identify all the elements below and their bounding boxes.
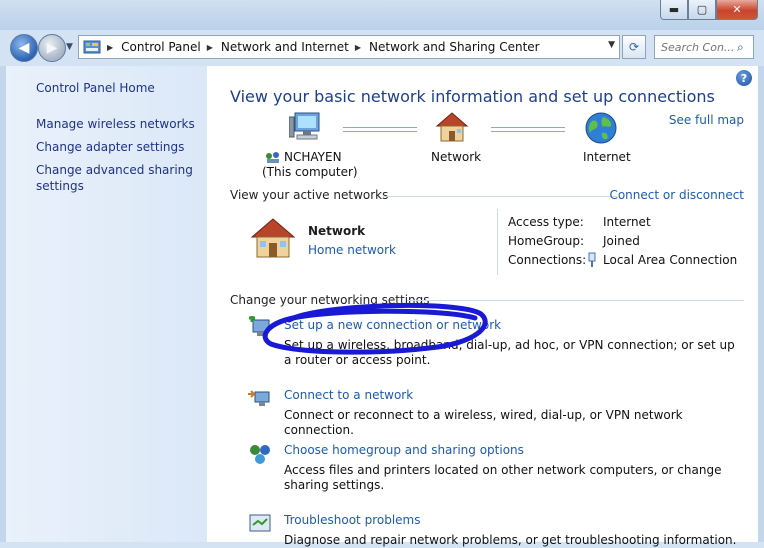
connect-to-network-link[interactable]: Connect to a network xyxy=(284,388,413,402)
breadcrumb-network-sharing-center[interactable]: Network and Sharing Center xyxy=(369,40,540,54)
maximize-button[interactable]: ▢ xyxy=(688,0,716,20)
recent-pages-dropdown[interactable]: ▼ xyxy=(66,42,73,52)
divider xyxy=(383,196,617,197)
sidebar-item-advanced-sharing[interactable]: Change advanced sharing settings xyxy=(36,162,201,194)
homegroup-sharing-description: Access files and printers located on oth… xyxy=(284,463,722,492)
computer-icon[interactable] xyxy=(289,111,325,143)
address-dropdown[interactable]: ▼ xyxy=(608,40,615,50)
connect-disconnect-link[interactable]: Connect or disconnect xyxy=(609,188,744,202)
computer-sublabel: (This computer) xyxy=(262,165,358,179)
window-controls: ▬ ▢ ✕ xyxy=(660,0,758,20)
main-content: ? View your basic network information an… xyxy=(207,66,758,547)
divider xyxy=(407,300,744,301)
sidebar-item-control-panel-home[interactable]: Control Panel Home xyxy=(36,80,155,96)
active-network-name: Network xyxy=(308,224,366,238)
network-node-label: Network xyxy=(431,150,482,164)
see-full-map-link[interactable]: See full map xyxy=(669,113,744,127)
breadcrumb-network-and-internet[interactable]: Network and Internet xyxy=(221,40,349,54)
navigation-bar: ◀ ▶ ▼ ▶ Control Panel ▶ Network and Inte… xyxy=(0,30,764,66)
troubleshoot-problems-description: Diagnose and repair network problems, or… xyxy=(284,533,737,547)
local-area-connection-link[interactable]: Local Area Connection xyxy=(603,253,737,267)
homegroup-value-link[interactable]: Joined xyxy=(603,234,640,248)
setup-new-connection-description: Set up a wireless, broadband, dial-up, a… xyxy=(284,338,735,367)
connection-line xyxy=(343,127,417,132)
setup-new-connection-link[interactable]: Set up a new connection or network xyxy=(284,318,501,332)
home-network-icon xyxy=(250,218,296,258)
minimize-button[interactable]: ▬ xyxy=(660,0,688,20)
control-panel-icon xyxy=(83,40,101,54)
vertical-divider xyxy=(497,209,498,275)
help-icon[interactable]: ? xyxy=(736,70,752,86)
troubleshoot-icon xyxy=(249,514,271,532)
sidebar-item-manage-wireless[interactable]: Manage wireless networks xyxy=(36,116,201,132)
connection-line xyxy=(491,127,565,132)
homegroup-icon xyxy=(250,445,270,464)
change-settings-label: Change your networking settings xyxy=(230,293,430,307)
connect-to-network-description: Connect or reconnect to a wireless, wire… xyxy=(284,408,683,437)
sidebar-task-list: Manage wireless networks Change adapter … xyxy=(36,116,201,201)
new-connection-icon xyxy=(249,316,270,336)
connect-network-icon xyxy=(248,390,270,406)
homegroup-sharing-link[interactable]: Choose homegroup and sharing options xyxy=(284,443,524,457)
arrow-left-icon: ◀ xyxy=(18,40,30,56)
page-title: View your basic network information and … xyxy=(230,87,715,106)
close-button[interactable]: ✕ xyxy=(716,0,758,20)
access-type-label: Access type: xyxy=(508,215,584,229)
chevron-right-icon[interactable]: ▶ xyxy=(207,43,213,52)
search-icon[interactable]: ⌕ xyxy=(737,40,744,55)
network-type-link[interactable]: Home network xyxy=(308,243,396,257)
back-button[interactable]: ◀ xyxy=(10,34,38,62)
user-computer-icon xyxy=(266,152,279,163)
forward-button[interactable]: ▶ xyxy=(38,34,66,62)
sidebar: Control Panel Home Manage wireless netwo… xyxy=(6,66,207,542)
arrow-right-icon: ▶ xyxy=(46,40,58,56)
troubleshoot-problems-link[interactable]: Troubleshoot problems xyxy=(284,513,420,527)
title-bar: ▬ ▢ ✕ xyxy=(0,0,764,30)
address-bar[interactable]: ▶ Control Panel ▶ Network and Internet ▶… xyxy=(78,35,620,59)
chevron-right-icon[interactable]: ▶ xyxy=(107,43,113,52)
breadcrumb-control-panel[interactable]: Control Panel xyxy=(121,40,201,54)
access-type-value: Internet xyxy=(603,215,651,229)
ethernet-icon xyxy=(588,252,596,267)
active-networks-label: View your active networks xyxy=(230,188,389,202)
internet-node-label: Internet xyxy=(583,150,631,164)
computer-name: NCHAYEN xyxy=(284,150,342,164)
search-input[interactable] xyxy=(659,39,737,55)
chevron-right-icon[interactable]: ▶ xyxy=(355,43,361,52)
refresh-icon: ⟳ xyxy=(628,40,640,54)
globe-icon[interactable] xyxy=(584,111,618,145)
sidebar-item-change-adapter[interactable]: Change adapter settings xyxy=(36,139,201,155)
homegroup-label: HomeGroup: xyxy=(508,234,585,248)
window-frame-right xyxy=(758,66,764,542)
search-box[interactable]: ⌕ xyxy=(654,35,754,59)
connections-label: Connections: xyxy=(508,253,587,267)
refresh-button[interactable]: ⟳ xyxy=(622,35,646,59)
home-network-icon[interactable] xyxy=(435,111,469,143)
